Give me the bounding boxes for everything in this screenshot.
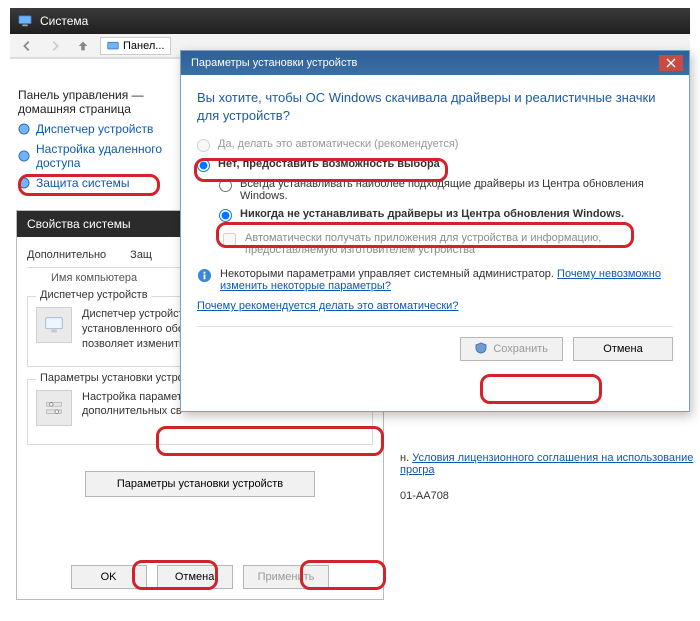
sidebar-item-device-manager[interactable]: Диспетчер устройств [18,122,178,136]
radio-yes-auto-input [197,139,210,152]
info-icon [197,268,212,283]
sidebar-item-remote-settings[interactable]: Настройка удаленного доступа [18,142,178,170]
dialog-cancel-button[interactable]: Отмена [573,337,673,361]
breadcrumb-label: Панел... [123,40,164,52]
radio-no-choose-input[interactable] [197,159,210,172]
tab-protection[interactable]: Защ [130,249,152,261]
shield-icon [475,342,487,357]
checkbox-auto-apps-input [223,233,236,246]
device-install-settings-dialog: Параметры установки устройств Вы хотите,… [180,50,690,412]
radio-never-install-input[interactable] [219,209,232,222]
settings-icon [36,390,72,426]
cancel-button[interactable]: Отмена [157,565,233,589]
dialog-separator [197,326,673,327]
why-recommended-link[interactable]: Почему рекомендуется делать это автомати… [197,300,458,312]
tab-advanced[interactable]: Дополнительно [27,249,106,261]
apply-button[interactable]: Применить [243,565,330,589]
dialog-heading: Вы хотите, чтобы ОС Windows скачивала др… [197,89,673,124]
license-area: н. Условия лицензионного соглашения на и… [400,452,700,502]
device-installation-settings-button[interactable]: Параметры установки устройств [85,471,315,497]
device-manager-icon [36,307,72,343]
breadcrumb[interactable]: Панел... [100,37,171,55]
close-icon[interactable] [659,55,683,71]
ok-button[interactable]: OK [71,565,147,589]
radio-always-install[interactable]: Всегда устанавливать наиболее подходящие… [219,178,673,202]
sidebar: Панель управления — домашняя страница Ди… [18,80,178,196]
radio-never-install[interactable]: Никогда не устанавливать драйверы из Цен… [219,208,673,222]
system-window-titlebar: Система [10,8,690,34]
checkbox-auto-apps: Автоматически получать приложения для ус… [219,232,673,256]
sidebar-heading: Панель управления — домашняя страница [18,88,178,116]
dialog-titlebar: Параметры установки устройств [181,51,689,75]
computer-icon [18,14,32,28]
product-key-fragment: 01-AA708 [400,490,700,502]
sidebar-item-system-protection[interactable]: Защита системы [18,176,178,190]
radio-yes-auto: Да, делать это автоматически (рекомендуе… [197,138,673,152]
system-window-title: Система [40,14,88,28]
radio-always-install-input[interactable] [219,179,232,192]
radio-no-choose[interactable]: Нет, предоставить возможность выбора [197,158,673,172]
admin-info: Некоторыми параметрами управляет системн… [197,268,673,292]
license-link[interactable]: Условия лицензионного соглашения на испо… [400,452,693,476]
forward-button[interactable] [44,37,66,55]
save-button[interactable]: Сохранить [460,337,563,361]
back-button[interactable] [16,37,38,55]
up-button[interactable] [72,37,94,55]
